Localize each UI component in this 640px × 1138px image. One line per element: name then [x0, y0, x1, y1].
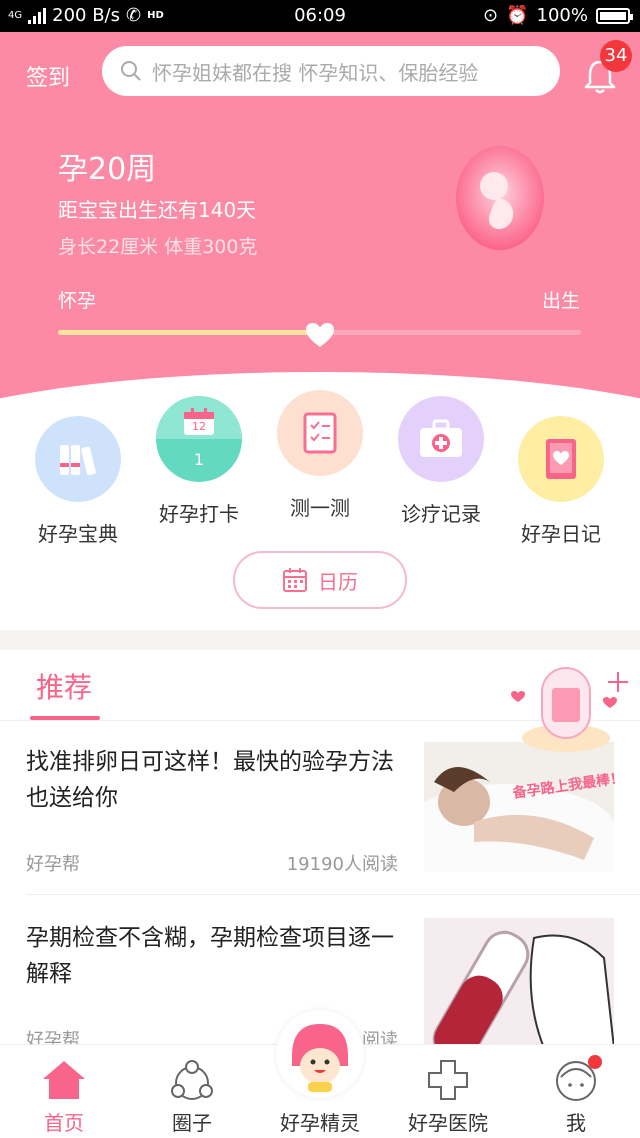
- article-thumbnail: [424, 918, 614, 1048]
- tab-label: 好孕精灵: [280, 1111, 360, 1135]
- calendar-label: 日历: [318, 569, 358, 594]
- checkin-calendar-icon: 12 1: [156, 396, 242, 482]
- tool-checkin[interactable]: 12 1 好孕打卡: [139, 396, 259, 527]
- progress-start-label: 怀孕: [58, 290, 97, 312]
- embryo-icon[interactable]: [454, 142, 546, 252]
- search-placeholder: 怀孕姐妹都在搜 怀孕知识、保胎经验: [152, 60, 479, 85]
- search-icon: [121, 61, 141, 81]
- tab-label: 好孕医院: [408, 1111, 488, 1135]
- genie-mascot-icon: [280, 1014, 360, 1094]
- tab-hospital[interactable]: 好孕医院: [384, 1045, 512, 1138]
- heart-slider-icon[interactable]: [305, 322, 335, 348]
- pregnancy-hero: 签到 怀孕姐妹都在搜 怀孕知识、保胎经验 34 孕20周 距宝宝出生还有140天…: [0, 32, 640, 422]
- tab-label: 圈子: [172, 1111, 212, 1135]
- tool-medical-records[interactable]: 诊疗记录: [381, 396, 501, 527]
- search-bar[interactable]: 怀孕姐妹都在搜 怀孕知识、保胎经验: [102, 46, 560, 96]
- pregnancy-progress-fill: [58, 330, 320, 335]
- notification-badge: 34: [600, 40, 632, 72]
- tool-quiz[interactable]: 测一测: [260, 390, 380, 521]
- books-icon: [35, 416, 121, 502]
- article-title: 找准排卵日可这样！最快的验孕方法也送给你: [26, 749, 394, 811]
- tab-label: 首页: [44, 1111, 84, 1135]
- article-divider: [26, 894, 640, 895]
- tool-label: 诊疗记录: [401, 502, 481, 526]
- signin-button[interactable]: 签到: [26, 60, 70, 92]
- pregnancy-week: 孕20周: [58, 152, 157, 187]
- article-source: 好孕帮: [26, 854, 80, 875]
- tool-pregnancy-guide[interactable]: 好孕宝典: [18, 416, 138, 547]
- status-right: ⊙ ⏰ 100%: [483, 5, 633, 26]
- tab-label: 我: [566, 1111, 586, 1135]
- floating-banner[interactable]: 备孕路上我最棒！: [498, 642, 640, 802]
- checkin-count: 1: [193, 450, 205, 469]
- battery-percent: 100%: [536, 5, 588, 26]
- alarm-icon: ⏰: [506, 5, 529, 26]
- tab-home[interactable]: 首页: [0, 1045, 128, 1138]
- home-icon: [43, 1061, 85, 1099]
- birth-countdown: 距宝宝出生还有140天: [58, 198, 257, 222]
- article-title: 孕期检查不含糊，孕期检查项目逐一解释: [26, 925, 394, 987]
- progress-end-label: 出生: [542, 290, 581, 312]
- diary-icon: [518, 416, 604, 502]
- baby-measurements: 身长22厘米 体重300克: [58, 236, 258, 258]
- tool-label: 测一测: [290, 496, 350, 520]
- medical-kit-icon: [398, 396, 484, 482]
- banner-text: 备孕路上我最棒！: [511, 769, 625, 802]
- checkin-day: 12: [192, 420, 206, 433]
- circle-community-icon: [171, 1060, 213, 1100]
- profile-notification-dot: [588, 1055, 602, 1069]
- calendar-icon: [283, 568, 307, 592]
- tab-recommend[interactable]: 推荐: [36, 666, 92, 706]
- checklist-icon: [277, 390, 363, 476]
- status-bar: 4G 200 B/s ✆ HD 06:09 ⊙ ⏰ 100%: [0, 0, 640, 32]
- tab-profile[interactable]: 我: [512, 1045, 640, 1138]
- battery-icon: [596, 7, 633, 24]
- tab-community[interactable]: 圈子: [128, 1045, 256, 1138]
- article-read-count: 19190人阅读: [286, 854, 398, 875]
- tool-label: 好孕宝典: [38, 522, 118, 546]
- genie-button[interactable]: [276, 1010, 364, 1098]
- rotation-lock-icon: ⊙: [483, 5, 499, 26]
- hospital-cross-icon: [428, 1060, 468, 1100]
- calendar-button[interactable]: 日历: [233, 551, 407, 609]
- tool-diary[interactable]: 好孕日记: [501, 416, 621, 547]
- tool-label: 好孕打卡: [159, 502, 239, 526]
- tool-label: 好孕日记: [521, 522, 601, 546]
